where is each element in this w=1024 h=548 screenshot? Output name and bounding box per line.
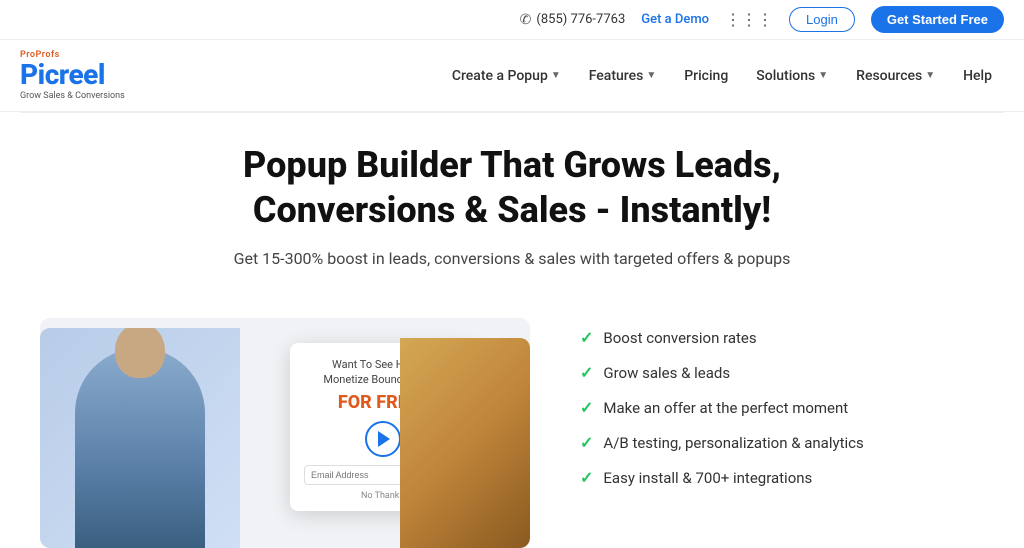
nav-item-pricing[interactable]: Pricing	[672, 60, 740, 92]
top-bar: ✆ (855) 776-7763 Get a Demo ⋮⋮⋮ Login Ge…	[0, 0, 1024, 40]
login-button[interactable]: Login	[789, 7, 855, 32]
feature-label-5: Easy install & 700+ integrations	[603, 469, 812, 487]
hero-subtitle: Get 15-300% boost in leads, conversions …	[172, 249, 852, 268]
nav-item-resources[interactable]: Resources ▼	[844, 60, 947, 92]
features-list: ✓ Boost conversion rates ✓ Grow sales & …	[580, 318, 984, 487]
get-demo-link[interactable]: Get a Demo	[641, 12, 709, 27]
get-started-button[interactable]: Get Started Free	[871, 6, 1004, 33]
popup-play-button[interactable]	[365, 421, 401, 457]
check-icon-4: ✓	[580, 433, 593, 452]
hero-content: ✕ Want To See How To Monetize Bounce Tra…	[0, 318, 1024, 548]
logo-area: ProProfs Picreel Grow Sales & Conversion…	[20, 50, 160, 101]
feature-item-4: ✓ A/B testing, personalization & analyti…	[580, 433, 984, 452]
feature-item-5: ✓ Easy install & 700+ integrations	[580, 468, 984, 487]
hero-title: Popup Builder That Grows Leads, Conversi…	[152, 143, 872, 233]
person-head	[115, 328, 165, 378]
logo-tagline: Grow Sales & Conversions	[20, 91, 160, 101]
nav-item-features[interactable]: Features ▼	[577, 60, 669, 92]
phone-number: ✆ (855) 776-7763	[520, 12, 626, 28]
check-icon-2: ✓	[580, 363, 593, 382]
person-silhouette	[75, 348, 205, 548]
person-figure	[40, 328, 240, 548]
hero-section: Popup Builder That Grows Leads, Conversi…	[0, 113, 1024, 318]
feature-label-3: Make an offer at the perfect moment	[603, 399, 848, 417]
grid-icon[interactable]: ⋮⋮⋮	[725, 10, 773, 29]
check-icon-3: ✓	[580, 398, 593, 417]
feature-label-2: Grow sales & leads	[603, 364, 730, 382]
phone-icon: ✆	[520, 12, 532, 28]
picreel-logo[interactable]: Picreel	[20, 61, 160, 89]
feature-item-2: ✓ Grow sales & leads	[580, 363, 984, 382]
hero-image: ✕ Want To See How To Monetize Bounce Tra…	[40, 318, 530, 548]
navbar: ProProfs Picreel Grow Sales & Conversion…	[0, 40, 1024, 112]
feature-item-3: ✓ Make an offer at the perfect moment	[580, 398, 984, 417]
nav-links: Create a Popup ▼ Features ▼ Pricing Solu…	[440, 60, 1004, 92]
feature-label-4: A/B testing, personalization & analytics	[603, 434, 863, 452]
chevron-down-icon: ▼	[818, 70, 828, 81]
feature-item-1: ✓ Boost conversion rates	[580, 328, 984, 347]
woman-overlay	[400, 338, 530, 548]
check-icon-1: ✓	[580, 328, 593, 347]
play-icon	[378, 431, 390, 447]
check-icon-5: ✓	[580, 468, 593, 487]
chevron-down-icon: ▼	[551, 70, 561, 81]
nav-item-create-popup[interactable]: Create a Popup ▼	[440, 60, 573, 92]
feature-label-1: Boost conversion rates	[603, 329, 756, 347]
nav-item-solutions[interactable]: Solutions ▼	[744, 60, 840, 92]
chevron-down-icon: ▼	[925, 70, 935, 81]
chevron-down-icon: ▼	[646, 70, 656, 81]
nav-item-help[interactable]: Help	[951, 60, 1004, 92]
